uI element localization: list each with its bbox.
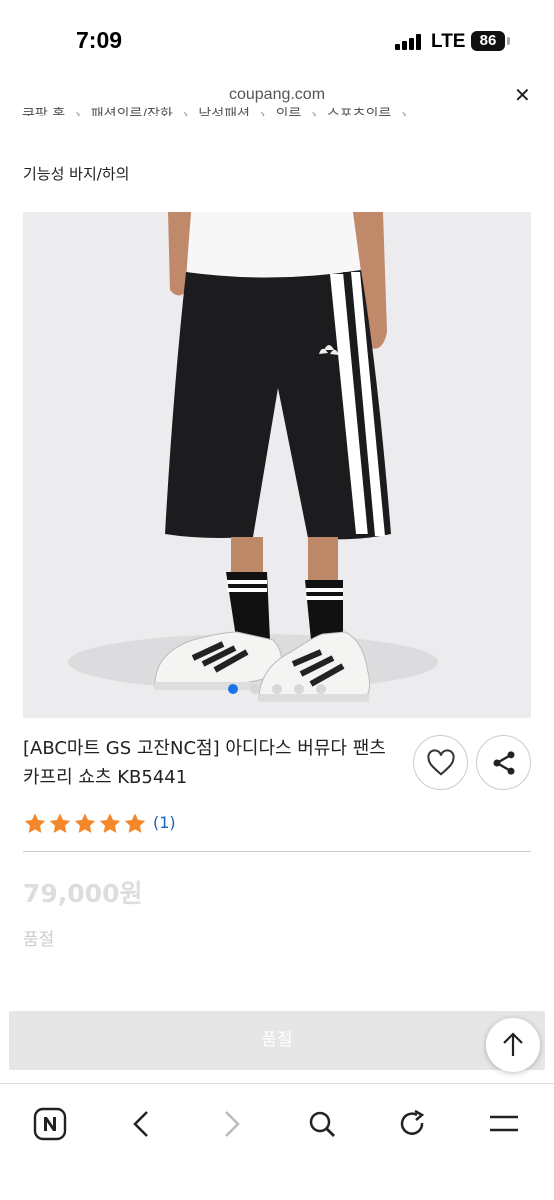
carousel-dots	[23, 679, 531, 698]
chevron-right-icon	[225, 1111, 240, 1137]
share-icon	[493, 750, 514, 775]
status-bar: 7:09 LTE 86	[0, 0, 554, 80]
share-button[interactable]	[476, 735, 531, 790]
heart-icon	[426, 748, 455, 776]
star-icon	[49, 813, 71, 833]
star-icon	[99, 813, 121, 833]
naver-n-icon	[33, 1107, 67, 1141]
chevron-left-icon	[133, 1111, 148, 1137]
naver-home-button[interactable]	[28, 1102, 72, 1146]
star-icon	[74, 813, 96, 833]
soldout-status: 품절	[23, 930, 55, 950]
menu-button[interactable]	[482, 1102, 526, 1146]
review-count[interactable]: (1)	[153, 813, 176, 832]
carousel-dot[interactable]	[228, 684, 238, 694]
breadcrumb-item[interactable]: 의류	[275, 104, 301, 116]
carousel-dot[interactable]	[250, 684, 260, 694]
battery-icon: 86	[471, 31, 505, 51]
battery-tip	[507, 37, 510, 45]
menu-icon	[490, 1115, 518, 1132]
scroll-top-button[interactable]	[486, 1018, 540, 1072]
star-icon	[24, 813, 46, 833]
signal-icon	[395, 34, 423, 50]
divider	[23, 851, 531, 852]
chevron-right-icon: ›	[311, 107, 317, 116]
breadcrumb-item[interactable]: 남성패션	[198, 104, 250, 116]
back-button[interactable]	[119, 1102, 163, 1146]
breadcrumb-item[interactable]: 쿠팡 홈	[22, 104, 65, 116]
status-time: 7:09	[76, 27, 123, 53]
star-icon	[124, 813, 146, 833]
chevron-right-icon: ›	[401, 107, 407, 116]
soldout-button[interactable]: 품절	[9, 1011, 545, 1070]
carousel-dot[interactable]	[294, 684, 304, 694]
carousel-dot[interactable]	[316, 684, 326, 694]
chevron-right-icon: ›	[259, 107, 266, 116]
product-image-carousel[interactable]	[23, 212, 531, 718]
search-button[interactable]	[300, 1102, 344, 1146]
breadcrumb-item[interactable]: 스포츠의류	[327, 104, 391, 116]
product-photo	[68, 212, 438, 702]
url-text[interactable]: coupang.com	[0, 86, 554, 104]
forward-button[interactable]	[210, 1102, 254, 1146]
chevron-right-icon: ›	[182, 107, 189, 116]
wishlist-button[interactable]	[413, 735, 468, 790]
star-rating	[23, 812, 148, 836]
arrow-up-icon	[503, 1032, 523, 1056]
browser-toolbar	[0, 1083, 554, 1200]
search-icon	[309, 1111, 335, 1137]
product-category[interactable]: 기능성 바지/하의	[23, 163, 129, 184]
breadcrumb-item[interactable]: 패션의류/잡화	[91, 104, 173, 116]
product-title: [ABC마트 GS 고잔NC점] 아디다스 버뮤다 팬츠 카프리 쇼츠 KB54…	[23, 738, 386, 788]
chevron-right-icon: ›	[75, 107, 81, 116]
reload-button[interactable]	[391, 1102, 435, 1146]
network-label: LTE	[431, 31, 466, 52]
carousel-dot[interactable]	[272, 684, 282, 694]
breadcrumb: 쿠팡 홈 › 패션의류/잡화 › 남성패션 › 의류 › 스포츠의류 ›	[22, 104, 542, 116]
product-price: 79,000원	[23, 879, 143, 908]
reload-icon	[400, 1109, 425, 1135]
rating[interactable]: (1)	[23, 812, 176, 836]
